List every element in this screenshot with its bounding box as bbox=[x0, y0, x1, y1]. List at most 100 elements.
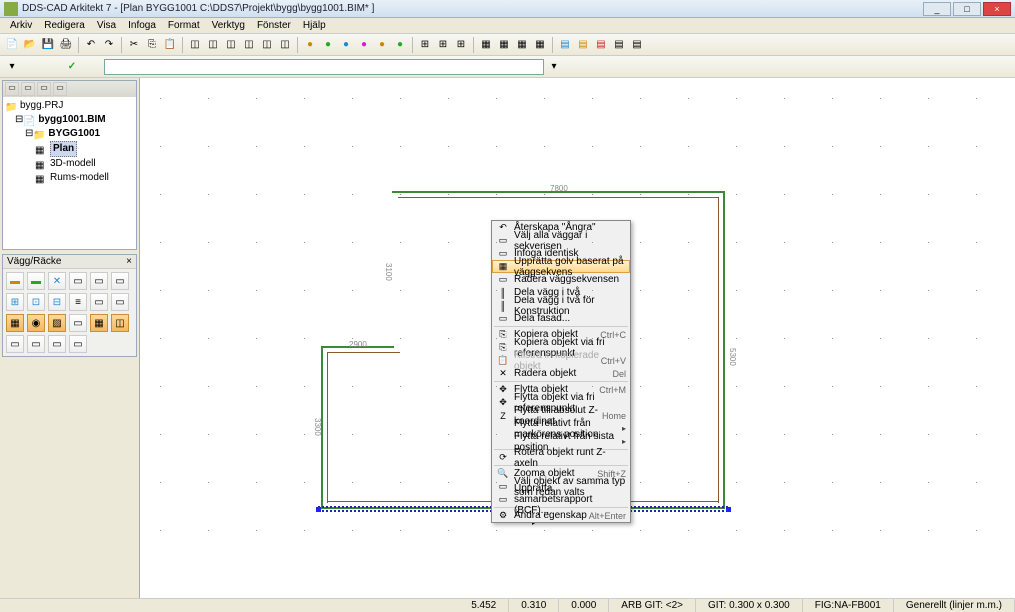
ph-btn-2[interactable]: ▭ bbox=[21, 82, 35, 96]
menu-visa[interactable]: Visa bbox=[91, 19, 122, 32]
ctx-item-7[interactable]: ▭Dela fasad... bbox=[492, 312, 630, 325]
menu-format[interactable]: Format bbox=[162, 19, 206, 32]
tb-save[interactable]: 💾 bbox=[40, 37, 56, 53]
menu-verktyg[interactable]: Verktyg bbox=[206, 19, 251, 32]
tb-h[interactable]: ● bbox=[320, 37, 336, 53]
project-tree[interactable]: 📁bygg.PRJ ⊟📄bygg1001.BIM ⊟📁BYGG1001 ▦Pla… bbox=[3, 97, 136, 187]
tb-e[interactable]: ◫ bbox=[259, 37, 275, 53]
ph-btn-3[interactable]: ▭ bbox=[37, 82, 51, 96]
menu-arkiv[interactable]: Arkiv bbox=[4, 19, 38, 32]
tool-17[interactable]: ▦ bbox=[90, 314, 108, 332]
sel-handle-r[interactable] bbox=[726, 507, 731, 512]
tool-22[interactable]: ▭ bbox=[69, 335, 87, 353]
grid-dot bbox=[880, 530, 881, 531]
tb-cut[interactable]: ✂ bbox=[126, 37, 142, 53]
ctx-item-12[interactable]: ✕Radera objektDel bbox=[492, 367, 630, 380]
grid-dot bbox=[496, 386, 497, 387]
close-button[interactable]: × bbox=[983, 2, 1011, 16]
tb-f[interactable]: ◫ bbox=[277, 37, 293, 53]
tb-a[interactable]: ◫ bbox=[187, 37, 203, 53]
tool-8[interactable]: ⊡ bbox=[27, 293, 45, 311]
tree-3d[interactable]: ▦3D-modell bbox=[5, 157, 134, 171]
tree-root[interactable]: 📁bygg.PRJ bbox=[5, 99, 134, 113]
tb-r[interactable]: ▦ bbox=[514, 37, 530, 53]
grid-dot bbox=[448, 338, 449, 339]
tool-6[interactable]: ▭ bbox=[111, 272, 129, 290]
tb-t[interactable]: ▤ bbox=[557, 37, 573, 53]
tool-21[interactable]: ▭ bbox=[48, 335, 66, 353]
tool-4[interactable]: ▭ bbox=[69, 272, 87, 290]
tb2-dd[interactable]: ▾ bbox=[546, 59, 562, 75]
tree-bim[interactable]: ⊟📄bygg1001.BIM bbox=[5, 113, 134, 127]
tool-19[interactable]: ▭ bbox=[6, 335, 24, 353]
layer-dropdown[interactable] bbox=[104, 59, 544, 75]
tb-p[interactable]: ▦ bbox=[478, 37, 494, 53]
tb-u[interactable]: ▤ bbox=[575, 37, 591, 53]
tb-d[interactable]: ◫ bbox=[241, 37, 257, 53]
tool-5[interactable]: ▭ bbox=[90, 272, 108, 290]
tool-10[interactable]: ≡ bbox=[69, 293, 87, 311]
tb-c[interactable]: ◫ bbox=[223, 37, 239, 53]
tb-b[interactable]: ◫ bbox=[205, 37, 221, 53]
tb-w[interactable]: ▤ bbox=[611, 37, 627, 53]
ctx-icon: 📋 bbox=[496, 355, 510, 367]
ctx-item-4[interactable]: ▭Radera väggsekvensen bbox=[492, 273, 630, 286]
tb-g[interactable]: ● bbox=[302, 37, 318, 53]
tool-12[interactable]: ▭ bbox=[111, 293, 129, 311]
tool-15[interactable]: ▨ bbox=[48, 314, 66, 332]
tb-new[interactable]: 📄 bbox=[4, 37, 20, 53]
tb-v[interactable]: ▤ bbox=[593, 37, 609, 53]
ctx-item-24[interactable]: ▭Upprätta samarbetsrapport (BCF)... bbox=[492, 493, 630, 506]
tool-18[interactable]: ◫ bbox=[111, 314, 129, 332]
tb-redo[interactable]: ↷ bbox=[101, 37, 117, 53]
tool-16[interactable]: ▭ bbox=[69, 314, 87, 332]
tb-x[interactable]: ▤ bbox=[629, 37, 645, 53]
tool-20[interactable]: ▭ bbox=[27, 335, 45, 353]
tool-13[interactable]: ▦ bbox=[6, 314, 24, 332]
tb-o[interactable]: ⊞ bbox=[453, 37, 469, 53]
menu-redigera[interactable]: Redigera bbox=[38, 19, 91, 32]
tool-3[interactable]: ✕ bbox=[48, 272, 66, 290]
menu-hjalp[interactable]: Hjälp bbox=[297, 19, 332, 32]
tree-proj[interactable]: ⊟📁BYGG1001 bbox=[5, 127, 134, 141]
ctx-item-20[interactable]: ⟳Rotera objekt runt Z-axeln bbox=[492, 451, 630, 464]
menu-infoga[interactable]: Infoga bbox=[122, 19, 162, 32]
ctx-item-3[interactable]: ▦Upprätta golv baserat på väggsekvens bbox=[492, 260, 630, 273]
ctx-item-6[interactable]: ║Dela vägg i två för Konstruktion bbox=[492, 299, 630, 312]
minimize-button[interactable]: _ bbox=[923, 2, 951, 16]
tool-7[interactable]: ⊞ bbox=[6, 293, 24, 311]
ph-btn-1[interactable]: ▭ bbox=[5, 82, 19, 96]
tool-14[interactable]: ◉ bbox=[27, 314, 45, 332]
grid-dot bbox=[784, 146, 785, 147]
tb-m[interactable]: ⊞ bbox=[417, 37, 433, 53]
tb2-dropdown[interactable]: ▾ bbox=[4, 59, 20, 75]
ctx-item-1[interactable]: ▭Välj alla väggar i sekvensen bbox=[492, 234, 630, 247]
tb-k[interactable]: ● bbox=[374, 37, 390, 53]
tb-s[interactable]: ▦ bbox=[532, 37, 548, 53]
tb-q[interactable]: ▦ bbox=[496, 37, 512, 53]
tool-2[interactable]: ▬ bbox=[27, 272, 45, 290]
tool-9[interactable]: ⊟ bbox=[48, 293, 66, 311]
menu-fonster[interactable]: Fönster bbox=[251, 19, 297, 32]
tb2-check[interactable]: ✓ bbox=[64, 59, 80, 75]
tb-paste[interactable]: 📋 bbox=[162, 37, 178, 53]
tb-print[interactable]: 🖨 bbox=[58, 37, 74, 53]
tb-l[interactable]: ● bbox=[392, 37, 408, 53]
tb-j[interactable]: ● bbox=[356, 37, 372, 53]
ctx-item-26[interactable]: ⚙Ändra egenskapAlt+Enter bbox=[492, 509, 630, 522]
tb-i[interactable]: ● bbox=[338, 37, 354, 53]
tool-panel-close[interactable]: × bbox=[126, 256, 132, 267]
tree-plan[interactable]: ▦Plan bbox=[5, 141, 134, 157]
drawing-canvas[interactable]: 7800 5300 3100 2900 3300 6650 // handled… bbox=[140, 78, 1015, 598]
tool-11[interactable]: ▭ bbox=[90, 293, 108, 311]
tb-open[interactable]: 📂 bbox=[22, 37, 38, 53]
sel-handle-l[interactable] bbox=[316, 507, 321, 512]
grid-dot bbox=[208, 434, 209, 435]
tree-rums[interactable]: ▦Rums-modell bbox=[5, 171, 134, 185]
tb-copy[interactable]: ⎘ bbox=[144, 37, 160, 53]
tool-1[interactable]: ▬ bbox=[6, 272, 24, 290]
ph-btn-4[interactable]: ▭ bbox=[53, 82, 67, 96]
maximize-button[interactable]: □ bbox=[953, 2, 981, 16]
tb-n[interactable]: ⊞ bbox=[435, 37, 451, 53]
tb-undo[interactable]: ↶ bbox=[83, 37, 99, 53]
